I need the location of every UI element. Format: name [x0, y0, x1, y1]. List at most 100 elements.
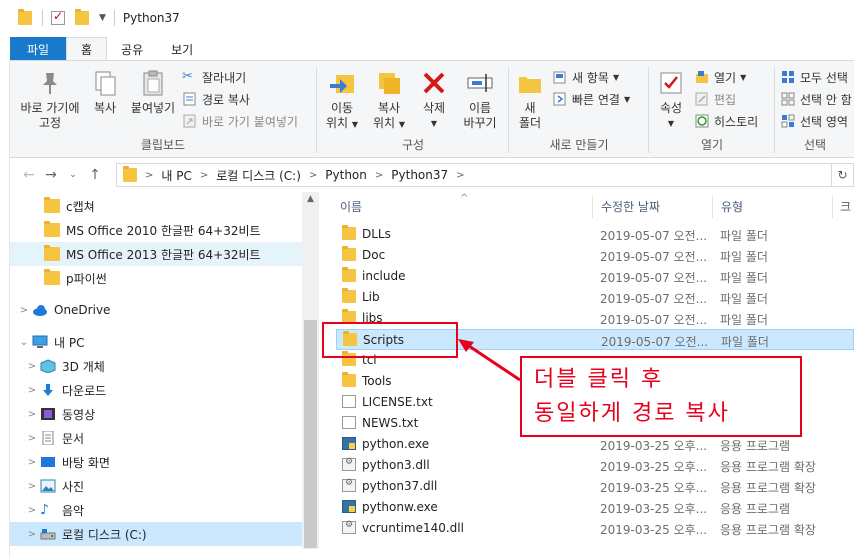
chevron-right-icon[interactable]: > — [16, 305, 32, 316]
file-row[interactable]: pythonw.exe 2019-03-25 오후... 응용 프로그램 — [336, 497, 854, 518]
chevron-right-icon[interactable]: > — [309, 170, 317, 181]
chevron-down-icon: ▼ — [430, 119, 438, 128]
folder-icon — [342, 267, 356, 282]
history-button[interactable]: 히스토리 — [694, 111, 758, 131]
chevron-right-icon[interactable]: > — [456, 170, 464, 181]
nav-item-c-capture[interactable]: c캡쳐 — [10, 194, 302, 218]
nav-item-pictures[interactable]: > 사진 — [10, 474, 302, 498]
nav-item-onedrive[interactable]: > OneDrive — [10, 298, 302, 322]
cube-icon — [40, 359, 56, 374]
delete-button[interactable]: 삭제 ▼ — [420, 69, 448, 131]
copy-path-button[interactable]: 경로 복사 — [182, 89, 250, 109]
file-row[interactable]: Lib 2019-05-07 오전... 파일 폴더 — [336, 287, 854, 308]
chevron-right-icon[interactable]: > — [24, 409, 40, 420]
open-button[interactable]: 열기 ▼ — [694, 67, 746, 87]
cut-button[interactable]: ✂ 잘라내기 — [182, 67, 246, 87]
navigation-scrollbar[interactable]: ▲ — [302, 192, 319, 549]
move-to-button[interactable]: 이동 위치 ▼ — [322, 69, 362, 132]
nav-item-local-disk[interactable]: > 로컬 디스크 (C:) — [10, 522, 302, 546]
nav-item-3d-objects[interactable]: > 3D 개체 — [10, 354, 302, 378]
up-arrow-icon[interactable]: ↑ — [84, 167, 106, 183]
divider — [592, 196, 593, 218]
file-type: 파일 폴더 — [720, 271, 768, 285]
scroll-up-icon[interactable]: ▲ — [302, 194, 319, 204]
properties-icon[interactable] — [51, 9, 65, 25]
divider — [648, 67, 649, 153]
customize-quick-access-icon[interactable]: ▼ — [99, 13, 106, 23]
forward-arrow-icon[interactable]: → — [40, 167, 62, 183]
chevron-right-icon[interactable]: > — [24, 529, 40, 540]
chevron-right-icon[interactable]: > — [24, 457, 40, 468]
nav-item-downloads[interactable]: > 다운로드 — [10, 378, 302, 402]
file-row[interactable]: Doc 2019-05-07 오전... 파일 폴더 — [336, 245, 854, 266]
paste-shortcut-button[interactable]: 바로 가기 붙여넣기 — [182, 111, 298, 131]
nav-item-desktop[interactable]: > 바탕 화면 — [10, 450, 302, 474]
breadcrumb-this-pc[interactable]: 내 PC — [161, 167, 191, 184]
back-arrow-icon[interactable]: ← — [18, 167, 40, 183]
file-row[interactable]: vcruntime140.dll 2019-03-25 오후... 응용 프로그램 … — [336, 518, 854, 539]
nav-item-music[interactable]: > ♪ 음악 — [10, 498, 302, 522]
recent-locations-chevron-icon[interactable]: ⌄ — [62, 170, 84, 180]
column-header-size[interactable]: 크 — [840, 192, 851, 220]
file-name: LICENSE.txt — [362, 395, 433, 409]
nav-item-videos[interactable]: > 동영상 — [10, 402, 302, 426]
chevron-right-icon[interactable]: > — [24, 433, 40, 444]
breadcrumb-python[interactable]: Python — [325, 168, 367, 182]
invert-selection-button[interactable]: 선택 영역 — [780, 111, 848, 131]
breadcrumb-python37[interactable]: Python37 — [391, 168, 448, 182]
new-folder-icon[interactable] — [75, 9, 89, 25]
nav-item-p-python[interactable]: p파이썬 — [10, 266, 302, 290]
rename-button[interactable]: 이름 바꾸기 — [458, 69, 502, 131]
chevron-right-icon[interactable]: > — [24, 361, 40, 372]
paste-button[interactable]: 붙여넣기 — [126, 69, 180, 116]
column-header-type[interactable]: 유형 — [721, 192, 743, 220]
easy-access-button[interactable]: 빠른 연결 ▼ — [552, 89, 630, 109]
tab-file[interactable]: 파일 — [10, 37, 66, 61]
file-row[interactable]: DLLs 2019-05-07 오전... 파일 폴더 — [336, 224, 854, 245]
select-none-button[interactable]: 선택 안 함 — [780, 89, 852, 109]
chevron-right-icon[interactable]: > — [375, 170, 383, 181]
breadcrumb-local-disk[interactable]: 로컬 디스크 (C:) — [216, 167, 301, 184]
nav-item-documents[interactable]: > 문서 — [10, 426, 302, 450]
select-group: 모두 선택 선택 안 함 선택 영역 선택 — [776, 61, 854, 157]
refresh-icon[interactable]: ↻ — [831, 164, 853, 186]
delete-x-icon — [420, 69, 448, 97]
file-date: 2019-05-07 오전... — [600, 229, 708, 243]
chevron-right-icon[interactable]: > — [24, 481, 40, 492]
new-item-button[interactable]: 새 항목 ▼ — [552, 67, 619, 87]
folder-icon — [44, 197, 60, 213]
nav-item-this-pc[interactable]: ⌄ 내 PC — [10, 330, 302, 354]
address-bar[interactable]: > 내 PC > 로컬 디스크 (C:) > Python > Python37… — [116, 163, 854, 187]
tab-view[interactable]: 보기 — [157, 37, 207, 61]
file-date: 2019-03-25 오후... — [600, 523, 708, 537]
copy-to-button[interactable]: 복사 위치 ▼ — [368, 69, 410, 132]
edit-button[interactable]: 편집 — [694, 89, 736, 109]
file-row[interactable]: python.exe 2019-03-25 오후... 응용 프로그램 — [336, 434, 854, 455]
tab-share[interactable]: 공유 — [107, 37, 157, 61]
copy-button[interactable]: 복사 — [88, 69, 122, 116]
nav-item-office-2010[interactable]: MS Office 2010 한글판 64+32비트 — [10, 218, 302, 242]
sort-ascending-icon: ^ — [460, 192, 469, 204]
pin-to-quick-access-button[interactable]: 바로 가기에 고정 — [16, 69, 84, 131]
file-name: include — [362, 269, 406, 283]
scrollbar-thumb[interactable] — [304, 320, 317, 548]
file-date: 2019-03-25 오후... — [600, 439, 708, 453]
chevron-right-icon[interactable]: > — [24, 505, 40, 516]
chevron-right-icon[interactable]: > — [24, 385, 40, 396]
file-row[interactable]: include 2019-05-07 오전... 파일 폴더 — [336, 266, 854, 287]
tab-home[interactable]: 홈 — [66, 37, 108, 61]
column-header-name[interactable]: 이름 — [340, 192, 362, 220]
column-header-date[interactable]: 수정한 날짜 — [601, 192, 660, 220]
file-date: 2019-05-07 오전... — [600, 250, 708, 264]
properties-button[interactable]: 속성 ▼ — [654, 69, 688, 131]
file-row[interactable]: python3.dll 2019-03-25 오후... 응용 프로그램 확장 — [336, 455, 854, 476]
folder-icon — [342, 225, 356, 240]
chevron-right-icon[interactable]: > — [200, 170, 208, 181]
chevron-down-icon[interactable]: ⌄ — [16, 337, 32, 348]
desktop-icon — [40, 455, 56, 469]
file-row[interactable]: python37.dll 2019-03-25 오후... 응용 프로그램 확장 — [336, 476, 854, 497]
chevron-right-icon[interactable]: > — [145, 170, 153, 181]
new-folder-button[interactable]: 새 폴더 — [514, 69, 546, 131]
nav-item-office-2013[interactable]: MS Office 2013 한글판 64+32비트 — [10, 242, 302, 266]
select-all-button[interactable]: 모두 선택 — [780, 67, 848, 87]
